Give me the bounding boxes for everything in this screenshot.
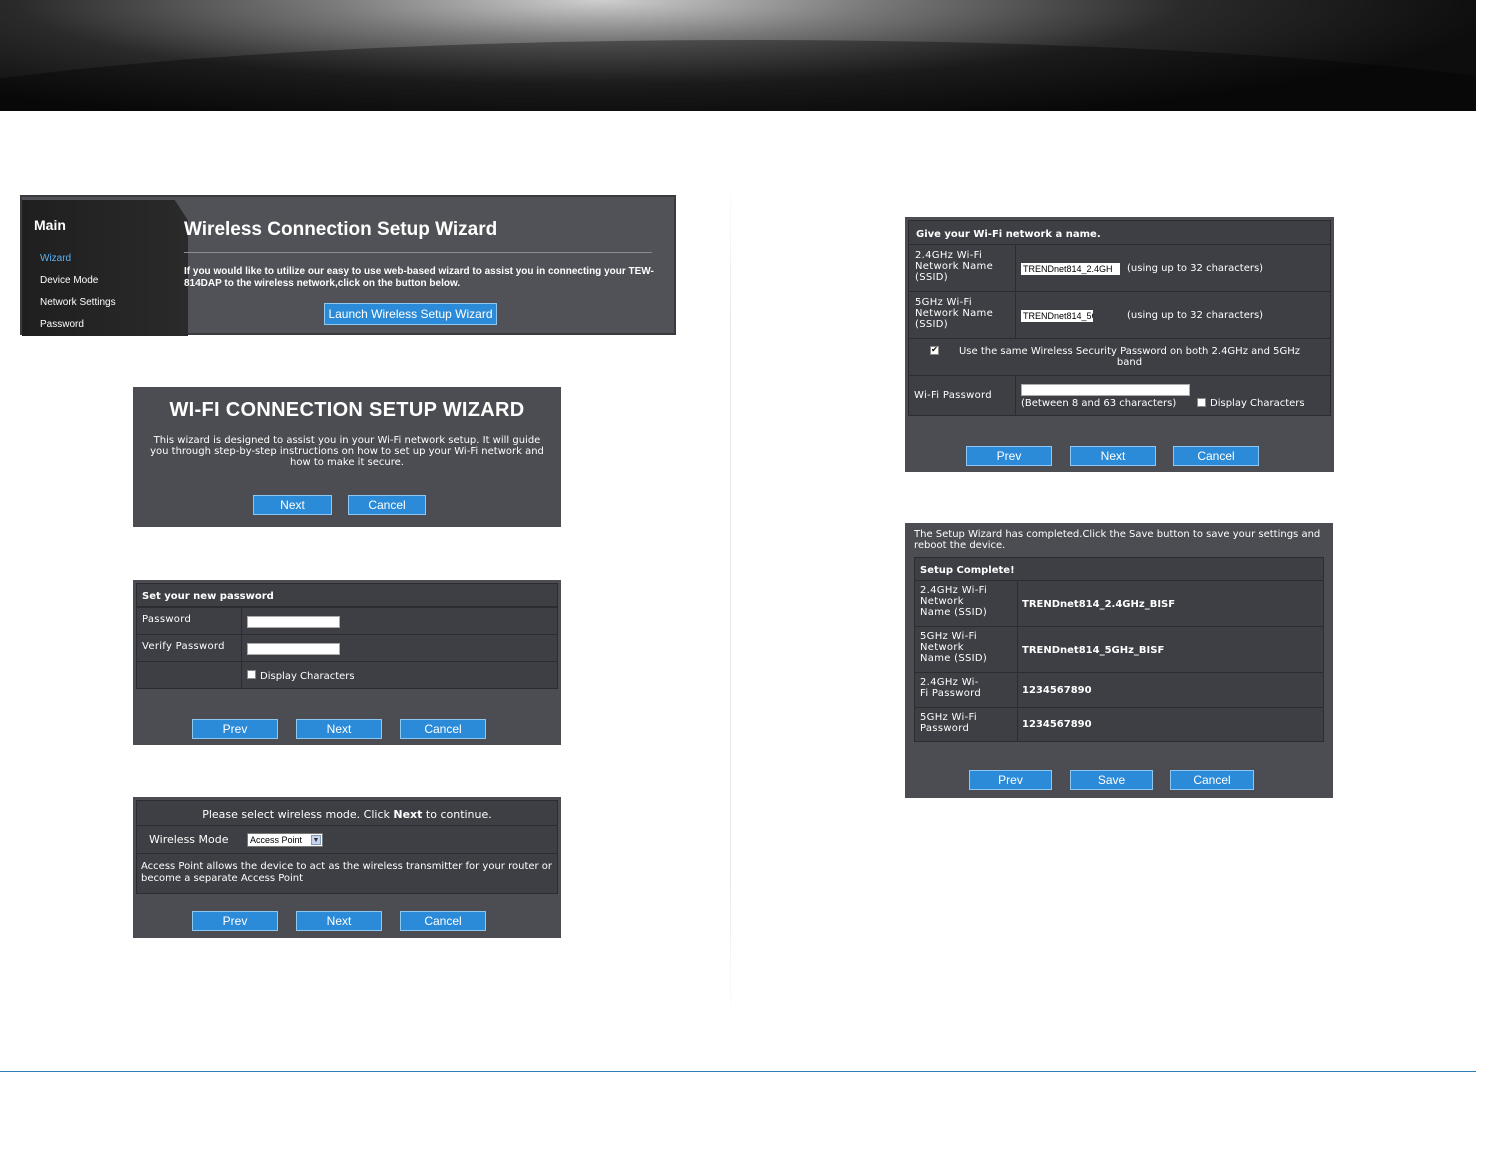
setup-complete-panel: The Setup Wizard has completed.Click the… (905, 523, 1333, 798)
summary-label: 2.4GHz Wi-Fi Password (915, 673, 1018, 707)
display-characters-label: Display Characters (1210, 398, 1305, 409)
sidebar-item-network-settings[interactable]: Network Settings (40, 297, 116, 308)
completion-message: The Setup Wizard has completed.Click the… (914, 529, 1321, 551)
wireless-mode-panel: Please select wireless mode. Click Next … (133, 797, 561, 938)
wifi-password-label: Wi-Fi Password (909, 376, 1016, 415)
save-button[interactable]: Save (1070, 770, 1153, 790)
password-input[interactable] (247, 616, 340, 628)
same-password-label: Use the same Wireless Security Password … (958, 346, 1301, 368)
summary-label: 2.4GHz Wi-Fi Network Name (SSID) (915, 581, 1018, 626)
footer-line (0, 1071, 1476, 1072)
ssid24-input[interactable]: TRENDnet814_2.4GH (1021, 263, 1120, 275)
prev-button[interactable]: Prev (192, 719, 278, 739)
summary-row-password5: 5GHz Wi-Fi Password 1234567890 (914, 707, 1324, 742)
same-password-row: ✔ Use the same Wireless Security Passwor… (908, 338, 1331, 376)
next-button[interactable]: Next (1070, 446, 1156, 466)
next-button[interactable]: Next (253, 495, 332, 515)
column-divider (730, 170, 731, 1030)
password-panel: Set your new password Password Verify Pa… (133, 580, 561, 745)
password-length-hint: (Between 8 and 63 characters) (1021, 398, 1177, 409)
mode-row: Wireless Mode Access Point ▼ (136, 825, 558, 854)
summary-row-password24: 2.4GHz Wi-Fi Password 1234567890 (914, 672, 1324, 708)
ssid5-row: 5GHz Wi-Fi Network Name (SSID) TRENDnet8… (908, 291, 1331, 339)
wifi-password-input[interactable] (1021, 384, 1190, 396)
summary-value: 1234567890 (1022, 685, 1092, 696)
ssid5-label: 5GHz Wi-Fi Network Name (SSID) (909, 292, 1016, 338)
sidebar-item-password[interactable]: Password (40, 319, 84, 330)
check-icon: ✔ (931, 345, 938, 354)
title-divider (184, 252, 652, 253)
wireless-mode-value: Access Point (250, 835, 303, 845)
sidebar-item-device-mode[interactable]: Device Mode (40, 275, 98, 286)
mode-description: Access Point allows the device to act as… (136, 853, 558, 894)
next-button[interactable]: Next (296, 719, 382, 739)
prev-button[interactable]: Prev (969, 770, 1052, 790)
summary-value: TRENDnet814_5GHz_BISF (1022, 645, 1165, 656)
setup-complete-header: Setup Complete! (914, 557, 1324, 581)
verify-password-label: Verify Password (137, 635, 242, 661)
wizard-intro-text: This wizard is designed to assist you in… (150, 435, 544, 468)
password-header: Set your new password (136, 583, 558, 607)
sidebar-title: Main (34, 217, 66, 233)
ssid24-row: 2.4GHz Wi-Fi Network Name (SSID) TRENDne… (908, 244, 1331, 292)
ssid5-input[interactable]: TRENDnet814_5GHz_ (1021, 310, 1093, 322)
sidebar-item-wizard[interactable]: Wizard (40, 253, 71, 264)
chevron-down-icon[interactable]: ▼ (311, 835, 321, 845)
sidebar: Main Wizard Device Mode Network Settings… (22, 200, 188, 336)
summary-value: TRENDnet814_2.4GHz_BISF (1022, 599, 1176, 610)
wizard-title: WI-FI CONNECTION SETUP WIZARD (169, 399, 525, 421)
ssid24-label: 2.4GHz Wi-Fi Network Name (SSID) (909, 245, 1016, 291)
prev-button[interactable]: Prev (192, 911, 278, 931)
summary-row-ssid5: 5GHz Wi-Fi Network Name (SSID) TRENDnet8… (914, 626, 1324, 673)
wizard-description: If you would like to utilize our easy to… (184, 266, 654, 289)
cancel-button[interactable]: Cancel (400, 911, 486, 931)
ssid-panel: Give your Wi-Fi network a name. 2.4GHz W… (905, 217, 1334, 472)
summary-row-ssid24: 2.4GHz Wi-Fi Network Name (SSID) TRENDne… (914, 580, 1324, 627)
ssid-header: Give your Wi-Fi network a name. (908, 220, 1331, 245)
cancel-button[interactable]: Cancel (400, 719, 486, 739)
page-title: Wireless Connection Setup Wizard (184, 219, 498, 240)
mode-prompt: Please select wireless mode. Click Next … (136, 800, 558, 826)
display-characters-checkbox[interactable] (247, 670, 256, 679)
display-characters-checkbox[interactable] (1197, 398, 1206, 407)
main-wizard-panel: Main Wizard Device Mode Network Settings… (20, 195, 676, 336)
empty-label-cell (137, 662, 242, 688)
verify-row: Verify Password (136, 634, 558, 662)
ssid5-hint: (using up to 32 characters) (1127, 310, 1264, 321)
wizard-intro-panel: WI-FI CONNECTION SETUP WIZARD This wizar… (133, 387, 561, 527)
wireless-mode-select[interactable]: Access Point ▼ (247, 833, 323, 847)
summary-value: 1234567890 (1022, 719, 1092, 730)
cancel-button[interactable]: Cancel (348, 495, 426, 515)
next-button[interactable]: Next (296, 911, 382, 931)
password-label: Password (137, 608, 242, 634)
prev-button[interactable]: Prev (966, 446, 1052, 466)
wireless-mode-label: Wireless Mode (149, 833, 229, 846)
prompt-next-bold: Next (393, 808, 423, 821)
launch-wizard-button[interactable]: Launch Wireless Setup Wizard (324, 303, 497, 325)
password-row: Password (136, 607, 558, 635)
summary-label: 5GHz Wi-Fi Network Name (SSID) (915, 627, 1018, 672)
ssid24-hint: (using up to 32 characters) (1127, 263, 1264, 274)
cancel-button[interactable]: Cancel (1170, 770, 1254, 790)
verify-password-input[interactable] (247, 643, 340, 655)
summary-label: 5GHz Wi-Fi Password (915, 708, 1018, 741)
header-banner (0, 0, 1476, 111)
prompt-text-end: to continue. (422, 808, 492, 821)
display-row: Display Characters (136, 661, 558, 689)
wifi-password-row: Wi-Fi Password (Between 8 and 63 charact… (908, 375, 1331, 416)
prompt-text: Please select wireless mode. Click (202, 808, 394, 821)
cancel-button[interactable]: Cancel (1173, 446, 1259, 466)
display-characters-label: Display Characters (260, 671, 355, 682)
